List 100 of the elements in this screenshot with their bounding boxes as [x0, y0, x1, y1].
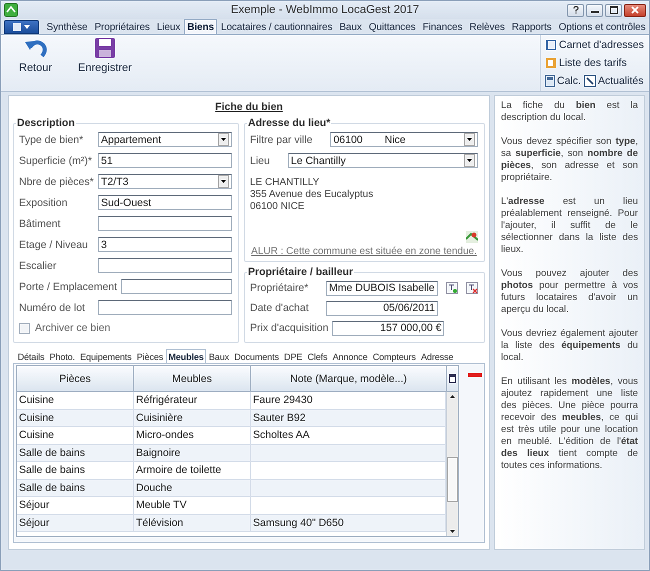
ribbon-tab[interactable]: Synthèse	[43, 19, 91, 34]
caret-icon[interactable]	[218, 175, 229, 188]
back-button[interactable]: Retour	[15, 37, 56, 75]
ribbon-tab[interactable]: Relèves	[466, 19, 508, 34]
column-header[interactable]: Meubles	[134, 366, 251, 391]
help-button[interactable]	[567, 4, 584, 16]
ribbon-tab[interactable]: Finances	[419, 19, 466, 34]
column-header[interactable]: Pièces	[17, 366, 134, 391]
ribbon-tab[interactable]: Rapports	[508, 19, 556, 34]
ribbon-tab[interactable]: Options et contrôles	[555, 19, 649, 34]
table-cell: Micro-ondes	[134, 427, 251, 444]
question-mark-icon	[572, 6, 580, 14]
field-label: Porte / Emplacement	[19, 280, 118, 292]
dropdown[interactable]: 06100 Nice	[330, 132, 478, 147]
tariff-list-button[interactable]: Liste des tarifs	[545, 55, 645, 70]
map-icon[interactable]	[466, 231, 478, 243]
group-title: Adresse du lieu*	[247, 117, 332, 129]
field-label: Type de bien*	[19, 134, 84, 146]
minimize-button[interactable]	[586, 4, 603, 16]
input-field[interactable]: Sud-Ouest	[98, 195, 232, 210]
address-book-button[interactable]: Carnet d'adresses	[545, 37, 645, 52]
input-field[interactable]	[121, 279, 232, 294]
maximize-button[interactable]	[605, 4, 622, 16]
table-cell: Cuisine	[17, 427, 134, 444]
table-cell: Séjour	[17, 514, 134, 531]
ribbon-tab[interactable]: Propriétaires	[90, 19, 154, 34]
save-button[interactable]: Enregistrer	[74, 37, 136, 75]
table-cell: Meuble TV	[134, 497, 251, 514]
column-header[interactable]: Note (Marque, modèle...)	[251, 366, 448, 391]
dropdown[interactable]: Le Chantilly	[288, 153, 478, 168]
scrollbar[interactable]	[446, 392, 458, 536]
caret-icon[interactable]	[464, 154, 475, 167]
field-label: Nbre de pièces*	[19, 176, 94, 188]
add-owner-icon[interactable]	[446, 282, 458, 294]
field-label: Date d'achat	[250, 302, 310, 314]
close-button[interactable]	[624, 4, 646, 16]
help-paragraph: Vous devriez également ajouter la liste des équipements du local.	[501, 328, 638, 364]
news-button[interactable]: Actualités	[584, 73, 644, 88]
dropdown[interactable]: Appartement	[98, 132, 232, 147]
calculator-icon	[545, 74, 555, 86]
column-chooser-icon[interactable]	[449, 374, 456, 383]
menu-caret-icon	[12, 23, 31, 31]
tab[interactable]: Pièces	[134, 349, 166, 363]
window-title: Exemple - WebImmo LocaGest 2017	[230, 4, 420, 16]
ribbon-tab[interactable]: Lieux	[153, 19, 184, 34]
field-label: Escalier	[19, 260, 58, 272]
tab[interactable]: Baux	[206, 349, 232, 363]
help-paragraph: En utilisant les modèles, vous ajoutez rapidement une liste des pièces. Une pièce pourra recevoir des meubles, ce qui est très utile pour une location en meublé. L'édition de l'état des lieux tient compte de toutes ces informations.	[501, 376, 638, 472]
input-field[interactable]: 51	[98, 153, 232, 168]
help-paragraph: Vous devez spécifier son type, sa superficie, son nombre de pièces, son adresse et son propriétaire.	[501, 136, 638, 184]
input-field[interactable]: 05/06/2011	[326, 300, 438, 316]
dropdown[interactable]: T2/T3	[98, 174, 232, 189]
calculator-button[interactable]: Calc.	[545, 73, 581, 88]
app-icon	[4, 3, 18, 17]
field-label: Superficie (m²)*	[19, 154, 93, 166]
tab[interactable]: Détails	[15, 349, 47, 363]
table-cell: Cuisine	[17, 392, 134, 408]
table-cell: Réfrigérateur	[134, 392, 251, 408]
zone-notice-link[interactable]: ALUR : Cette commune est située en zone tendue.	[250, 246, 478, 257]
caret-icon[interactable]	[218, 133, 229, 146]
ribbon-tab[interactable]: Quittances	[365, 19, 420, 34]
tab[interactable]: Clefs	[304, 349, 330, 363]
caret-icon[interactable]	[464, 133, 475, 146]
tab[interactable]: Adresse	[418, 349, 456, 363]
checkbox[interactable]	[19, 322, 30, 334]
table-cell: Salle de bains	[17, 462, 134, 478]
field-label: Lieu	[250, 154, 270, 166]
tab[interactable]: Compteurs	[370, 349, 418, 363]
group-title: Description	[16, 117, 76, 129]
tab[interactable]: Documents	[232, 349, 282, 363]
tab[interactable]: Annonce	[330, 349, 370, 363]
table-cell: Séjour	[17, 497, 134, 514]
input-field[interactable]: Mme DUBOIS Isabelle	[326, 280, 438, 296]
ribbon-tab[interactable]: Baux	[336, 19, 366, 34]
maximize-icon	[610, 6, 618, 14]
ribbon-tab[interactable]: Locataires / cautionnaires	[217, 19, 336, 34]
input-field[interactable]	[98, 300, 232, 315]
table-cell: Baignoire	[134, 444, 251, 461]
table-cell: Salle de bains	[17, 480, 134, 496]
field-label: Propriétaire*	[250, 282, 310, 294]
input-field[interactable]: 157 000,00 €	[332, 320, 444, 336]
ribbon-tab[interactable]: Biens	[184, 19, 218, 34]
table-cell: Douche	[134, 480, 251, 496]
tab[interactable]: Equipements	[78, 349, 134, 363]
tab[interactable]: DPE	[281, 349, 305, 363]
field-label: Bâtiment	[19, 218, 62, 230]
table-cell: Cuisinière	[134, 410, 251, 426]
table-cell: Salle de bains	[17, 444, 134, 461]
app-menu-button[interactable]	[4, 20, 40, 34]
checkbox-label: Archiver ce bien	[35, 322, 110, 334]
tab[interactable]: Meubles	[166, 349, 206, 363]
field-label: Numéro de lot	[19, 302, 86, 314]
field-label: Etage / Niveau	[19, 238, 89, 250]
form-title: Fiche du bien	[214, 101, 284, 113]
field-label: Exposition	[19, 196, 68, 208]
input-field[interactable]	[98, 216, 232, 231]
input-field[interactable]: 3	[98, 237, 232, 252]
input-field[interactable]	[98, 258, 232, 273]
tab[interactable]: Photo.	[46, 349, 78, 363]
remove-owner-icon[interactable]	[466, 282, 478, 294]
